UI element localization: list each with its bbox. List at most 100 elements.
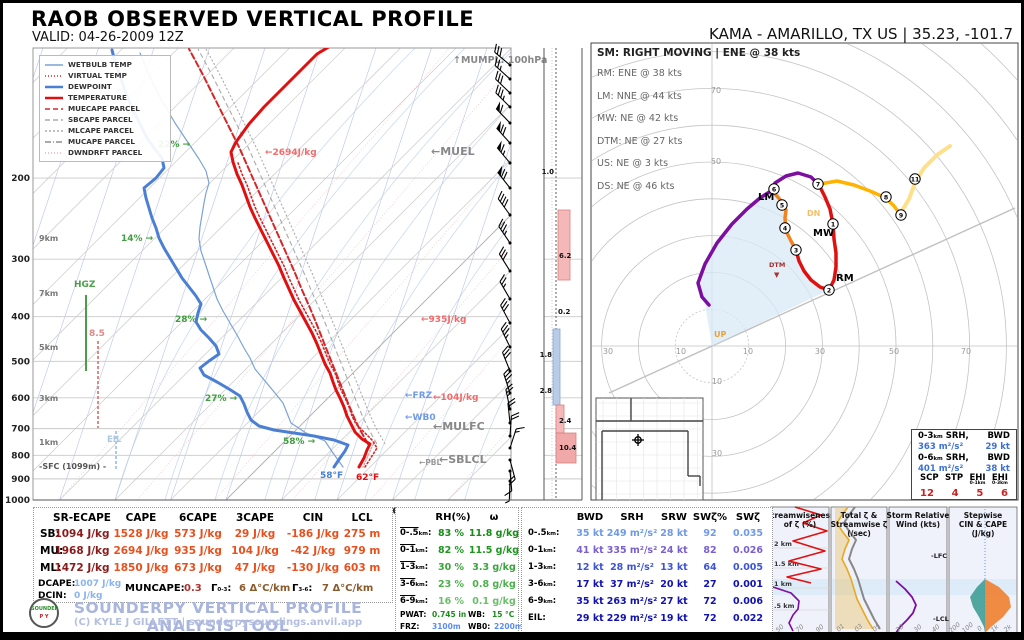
table-cell: 2694 J/kg	[113, 545, 168, 557]
table-cell: 3-6km:	[400, 579, 428, 589]
station-label: KAMA - AMARILLO, TX US | 35.23, -101.7	[709, 25, 1013, 43]
table-cell: WB0:	[468, 622, 490, 631]
footer-credit: (C) KYLE J GILLETT | sounderpysoundings.…	[43, 617, 393, 628]
table-cell: 0.005	[733, 562, 763, 573]
table-cell: 24 kt	[660, 545, 687, 556]
table-cell: 0.1 g/kg	[472, 596, 516, 607]
table-cell: 263 m²/s²	[607, 596, 657, 607]
svg-text:30: 30	[603, 347, 613, 356]
svg-text:2.8: 2.8	[540, 387, 553, 395]
table-cell: 27 kt	[660, 596, 687, 607]
table-cell: 935 J/kg	[174, 545, 222, 557]
table-cell: 6CAPE	[179, 512, 217, 524]
table-cell: FRZ:	[400, 622, 419, 631]
svg-text:58°F: 58°F	[320, 471, 343, 481]
legend-item: VIRTUAL TEMP	[44, 70, 166, 81]
hodo-height-marker: 9	[896, 210, 906, 220]
page-title: RAOB OBSERVED VERTICAL PROFILE	[31, 7, 474, 31]
svg-text:-LFC: -LFC	[931, 552, 947, 560]
svg-text:←MUEL: ←MUEL	[431, 145, 475, 158]
table-cell: 17 kt	[576, 579, 603, 590]
svg-text:Streamwise ζ: Streamwise ζ	[831, 520, 888, 529]
svg-text:30: 30	[712, 449, 722, 458]
svg-text:58% →: 58% →	[283, 437, 316, 447]
table-cell: 0-.5km:	[400, 528, 431, 538]
srh-row-header-2: 0-6km SRH, BWD	[912, 452, 1016, 463]
svg-text:7km: 7km	[39, 289, 58, 298]
svg-text:▼: ▼	[774, 271, 780, 279]
table-cell: 6-9km:	[528, 596, 556, 606]
bottom-border-bar	[3, 632, 1021, 640]
hodo-height-marker: 5	[777, 200, 787, 210]
mini-panel-0: 2 km1.5 km1 km.5 kmStreamwisenessof ζ (%…	[765, 507, 835, 635]
index-value: 12	[920, 488, 934, 499]
svg-text:4: 4	[783, 225, 788, 232]
svg-text:28% →: 28% →	[175, 315, 208, 325]
legend-item: DEWPOINT	[44, 81, 166, 92]
mini-panel-3: StepwiseCIN & CAPE(J/kg)-200-10001k2k	[945, 507, 1017, 636]
table-cell: SRW	[661, 512, 687, 523]
index-value: 6	[1001, 488, 1008, 499]
table-cell: 28 kt	[660, 528, 687, 539]
storm-motion-entry: US: NE @ 3 kts	[597, 153, 847, 176]
storm-motion-active: SM: RIGHT MOVING | ENE @ 38 kts	[597, 47, 847, 59]
table-cell: 335 m²/s²	[607, 545, 657, 556]
hodo-height-marker: 2	[824, 285, 834, 295]
svg-text:←FRZ: ←FRZ	[405, 391, 433, 401]
hodo-height-marker: 11	[910, 174, 920, 184]
table-cell: 3CAPE	[236, 512, 274, 524]
table-cell: 1472 J/kg	[54, 562, 109, 574]
index-header: STP	[945, 475, 963, 487]
table-cell: 82 %	[438, 545, 464, 556]
svg-text:1km: 1km	[39, 438, 58, 447]
svg-text:(/sec): (/sec)	[847, 529, 871, 538]
table-cell: ω	[490, 512, 499, 523]
table-cell: 28 m²/s²	[610, 562, 654, 573]
svg-text:400: 400	[11, 313, 30, 323]
svg-text:300: 300	[11, 255, 30, 265]
srh-row-values-0-3: 363 m²/s²29 kt	[912, 441, 1016, 452]
mini-panel-1: Total ζ &Streamwise ζ(/sec).01.03.05	[831, 507, 888, 635]
svg-text:←MULFC: ←MULFC	[433, 420, 485, 433]
table-cell: 7 Δ°C/km	[322, 583, 373, 594]
storm-motion-entry: DTM: NE @ 27 kts	[597, 131, 847, 154]
table-cell: 0.006	[733, 596, 763, 607]
svg-text:1000: 1000	[5, 496, 30, 506]
svg-text:2 km: 2 km	[774, 540, 792, 548]
table-cell: 0.8 g/kg	[472, 579, 516, 590]
svg-text:1.0: 1.0	[542, 168, 555, 176]
composite-index-headers: SCP STP EHI0-1kmEHI0-3km	[912, 474, 1016, 487]
table-cell: 275 m	[344, 528, 381, 540]
svg-text:UP: UP	[714, 330, 726, 339]
moisture-table: RH(%)ω0-.5km:83 %11.8 g/kg0-1km:82 %11.5…	[395, 507, 519, 635]
table-cell: 35 kt	[576, 528, 603, 539]
svg-text:8.5: 8.5	[89, 329, 105, 339]
svg-text:1 km: 1 km	[774, 580, 792, 588]
svg-text:14% →: 14% →	[121, 234, 154, 244]
table-cell: 3-6km:	[528, 579, 556, 589]
valid-time: VALID: 04-26-2009 12Z	[32, 30, 184, 45]
table-cell: 0-.5km:	[528, 528, 559, 538]
svg-text:EIL: EIL	[107, 435, 122, 445]
svg-text:←935J/kg: ←935J/kg	[421, 315, 466, 325]
table-cell: 30 %	[438, 562, 464, 573]
table-cell: 1850 J/kg	[113, 562, 168, 574]
index-header: EHI0-1km	[969, 475, 985, 487]
table-cell: LCL	[351, 512, 372, 524]
legend-item: MUCAPE PARCEL	[44, 136, 166, 147]
svg-text:2.4: 2.4	[559, 417, 572, 425]
table-cell: 29 J/kg	[235, 528, 276, 540]
table-cell: 27	[703, 579, 716, 590]
legend-item: MLCAPE PARCEL	[44, 125, 166, 136]
table-cell: 1528 J/kg	[113, 528, 168, 540]
table-cell: SR-ECAPE	[53, 512, 111, 524]
svg-text:5km: 5km	[39, 343, 58, 352]
svg-text:70: 70	[961, 347, 971, 356]
svg-text:5: 5	[780, 202, 784, 209]
table-cell: 249 m²/s²	[607, 528, 657, 539]
storm-motion-entry: DS: NE @ 46 kts	[597, 176, 847, 199]
parcel-thermo-table: SR-ECAPECAPE6CAPE3CAPECINLCLSB:1094 J/kg…	[33, 507, 393, 603]
table-cell: 11.5 g/kg	[469, 545, 519, 556]
table-cell: BWD	[577, 512, 603, 523]
storm-motion-entry: MW: NE @ 42 kts	[597, 108, 847, 131]
